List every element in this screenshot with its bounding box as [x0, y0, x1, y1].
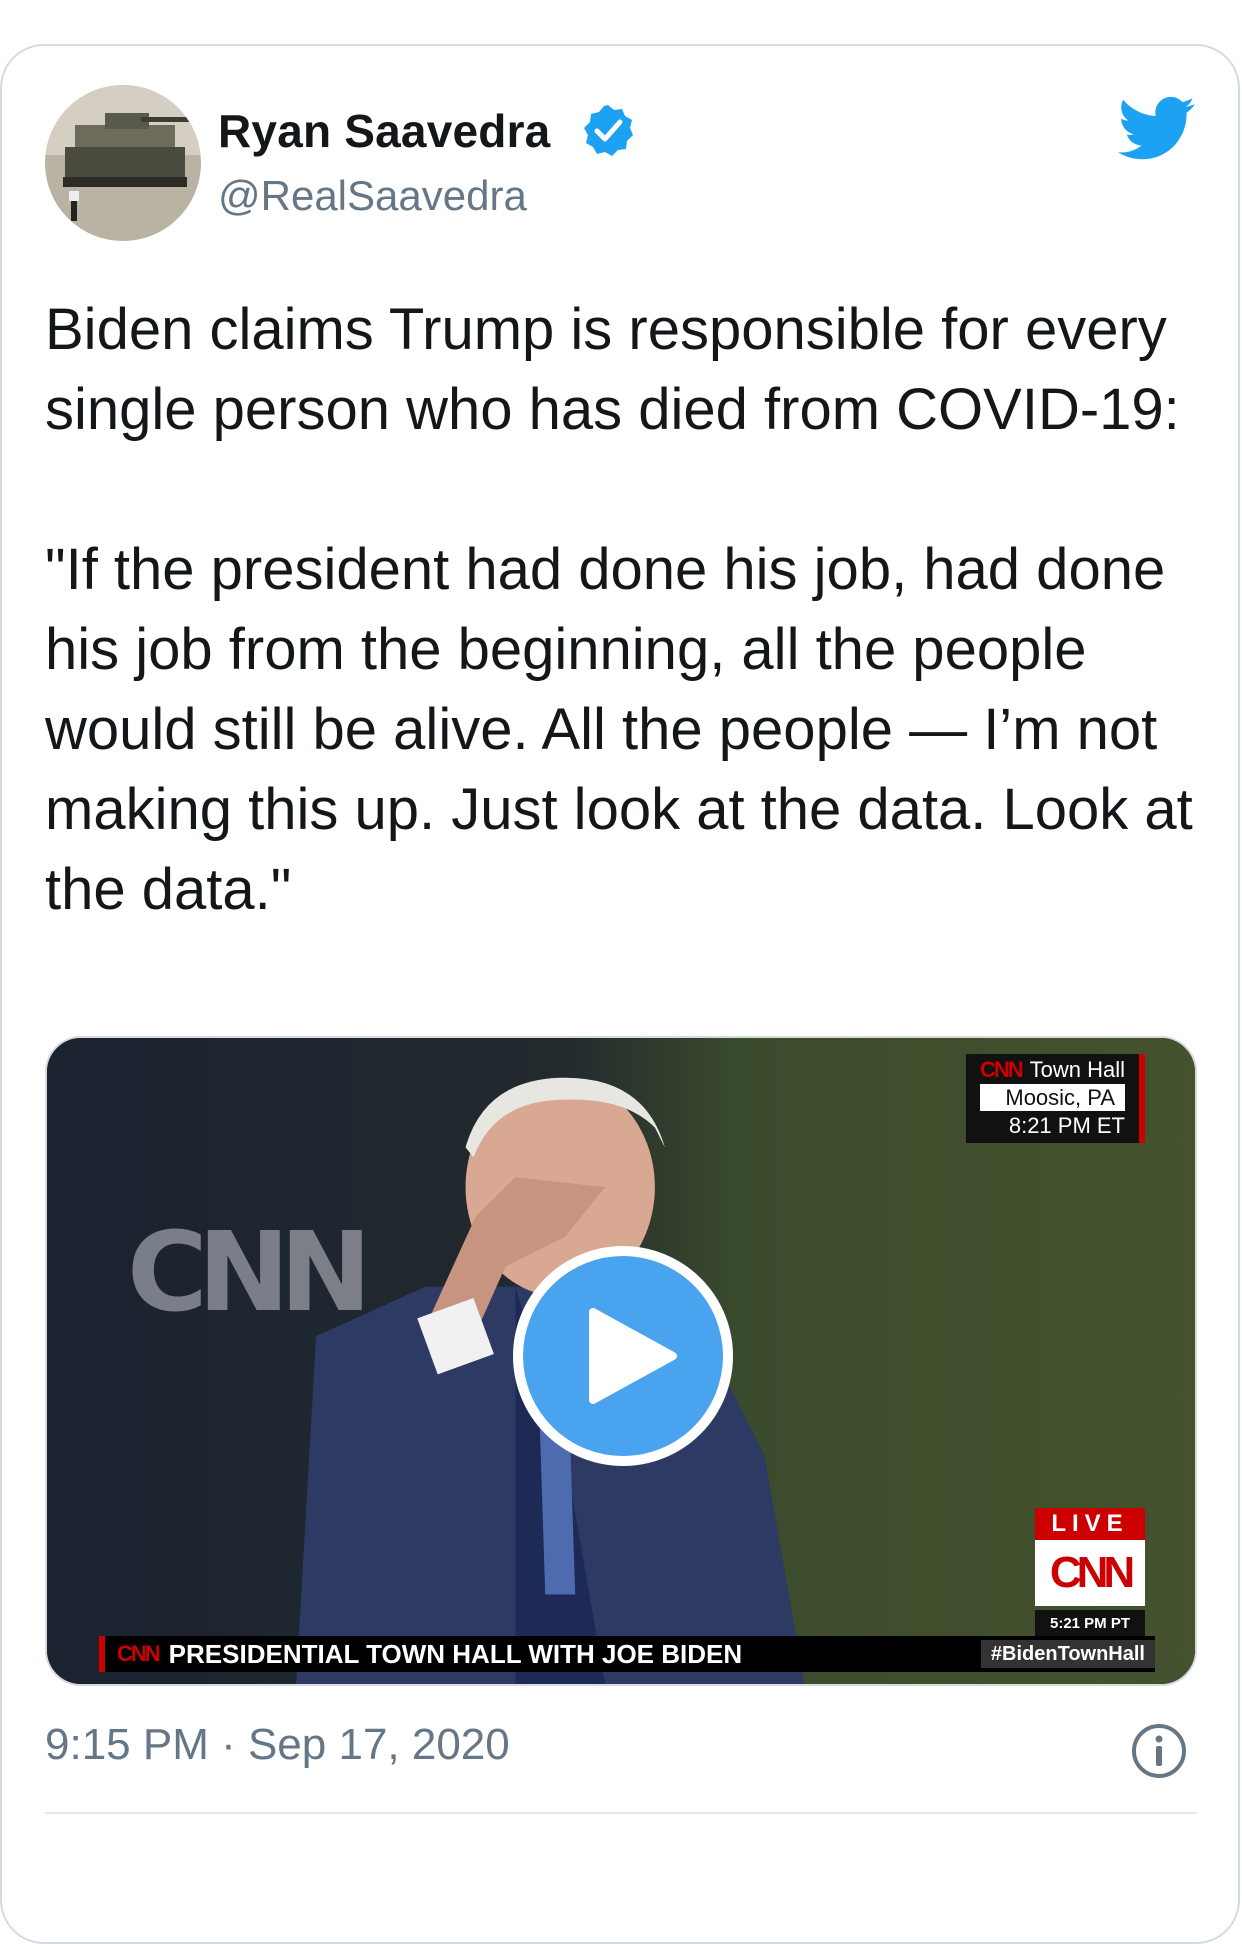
divider: [45, 1812, 1197, 1814]
avatar[interactable]: [45, 85, 201, 241]
author-name[interactable]: Ryan Saavedra: [218, 104, 550, 158]
lower-third-banner: CNN PRESIDENTIAL TOWN HALL WITH JOE BIDE…: [99, 1636, 1155, 1672]
author-handle[interactable]: @RealSaavedra: [218, 172, 527, 220]
banner-headline: PRESIDENTIAL TOWN HALL WITH JOE BIDEN: [168, 1638, 743, 1669]
cnn-logo: CNN: [979, 1057, 1024, 1082]
tweet-paragraph: Biden claims Trump is responsible for ev…: [45, 297, 1180, 442]
live-badge: LIVE CNN 5:21 PM PT: [1035, 1508, 1145, 1637]
twitter-bird-icon[interactable]: [1118, 96, 1196, 162]
backdrop-logo: CNN: [127, 1208, 372, 1336]
program-location: Moosic, PA: [979, 1084, 1125, 1111]
cnn-logo: CNN: [1035, 1540, 1145, 1606]
live-label: LIVE: [1035, 1508, 1145, 1540]
program-time: 8:21 PM ET: [1008, 1113, 1125, 1138]
play-icon: [589, 1308, 677, 1404]
play-button[interactable]: [513, 1246, 733, 1466]
info-icon[interactable]: [1130, 1722, 1188, 1780]
verified-badge-icon: [584, 105, 633, 156]
tweet-timestamp[interactable]: 9:15 PM · Sep 17, 2020: [45, 1720, 510, 1770]
cnn-logo: CNN: [117, 1641, 161, 1666]
tweet-paragraph: "If the president had done his job, had …: [45, 537, 1193, 922]
program-name: Town Hall: [1029, 1057, 1125, 1082]
banner-hashtag: #BidenTownHall: [980, 1640, 1155, 1668]
live-time: 5:21 PM PT: [1035, 1610, 1145, 1637]
tweet-text: Biden claims Trump is responsible for ev…: [45, 290, 1195, 930]
video-player[interactable]: CNN CNN Town Hall Moosic, PA 8:21 PM ET …: [45, 1036, 1197, 1686]
program-overlay: CNN Town Hall Moosic, PA 8:21 PM ET: [965, 1054, 1145, 1143]
